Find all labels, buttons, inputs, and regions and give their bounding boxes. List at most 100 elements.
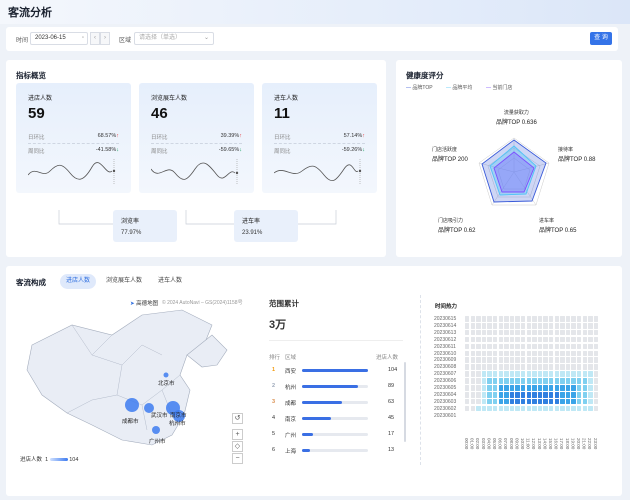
heatmap-cell[interactable] [560, 343, 565, 350]
heatmap-cell[interactable] [532, 371, 537, 377]
heatmap-cell[interactable] [515, 329, 520, 336]
heatmap-cell[interactable] [526, 371, 531, 377]
zoom-out-button[interactable]: − [232, 453, 243, 464]
heatmap-cell[interactable] [487, 336, 492, 343]
heatmap-cell[interactable] [532, 316, 537, 322]
heatmap-cell[interactable] [543, 398, 548, 405]
heatmap-cell[interactable] [549, 391, 554, 398]
area-select[interactable]: 请选择（单选） ⌄ [134, 32, 214, 45]
heatmap-cell[interactable] [532, 391, 537, 398]
heatmap-cell[interactable] [537, 336, 543, 343]
heatmap-cell[interactable] [476, 385, 481, 391]
heatmap-cell[interactable] [481, 336, 487, 343]
heatmap-cell[interactable] [537, 350, 543, 357]
heatmap-cell[interactable] [481, 378, 487, 384]
heatmap-cell[interactable] [487, 378, 492, 384]
heatmap-cell[interactable] [554, 350, 559, 357]
heatmap-cell[interactable] [560, 322, 565, 329]
heatmap-cell[interactable] [504, 391, 509, 398]
heatmap-cell[interactable] [577, 398, 582, 405]
heatmap-cell[interactable] [532, 336, 537, 343]
heatmap-cell[interactable] [593, 378, 599, 384]
heatmap-cell[interactable] [554, 398, 559, 405]
heatmap-cell[interactable] [521, 364, 526, 370]
heatmap-cell[interactable] [481, 364, 487, 370]
heatmap-cell[interactable] [577, 371, 582, 377]
heatmap-cell[interactable] [470, 322, 475, 329]
heatmap-cell[interactable] [577, 391, 582, 398]
heatmap-cell[interactable] [521, 329, 526, 336]
heatmap-cell[interactable] [487, 357, 492, 364]
heatmap-cell[interactable] [509, 398, 515, 405]
heatmap-cell[interactable] [526, 343, 531, 350]
heatmap-cell[interactable] [554, 371, 559, 377]
heatmap-cell[interactable] [476, 343, 481, 350]
heatmap-cell[interactable] [465, 371, 470, 377]
heatmap-cell[interactable] [577, 405, 582, 412]
heatmap-cell[interactable] [493, 350, 498, 357]
heatmap-cell[interactable] [577, 364, 582, 370]
heatmap-cell[interactable] [543, 405, 548, 412]
heatmap-cell[interactable] [481, 329, 487, 336]
heatmap-cell[interactable] [521, 378, 526, 384]
heatmap-cell[interactable] [470, 364, 475, 370]
heatmap-cell[interactable] [521, 385, 526, 391]
heatmap-cell[interactable] [493, 385, 498, 391]
heatmap-cell[interactable] [582, 343, 587, 350]
heatmap-cell[interactable] [549, 378, 554, 384]
heatmap-cell[interactable] [582, 364, 587, 370]
heatmap-cell[interactable] [593, 343, 599, 350]
heatmap-cell[interactable] [565, 378, 571, 384]
heatmap-cell[interactable] [465, 398, 470, 405]
heatmap-cell[interactable] [565, 343, 571, 350]
heatmap-cell[interactable] [498, 364, 503, 370]
heatmap-cell[interactable] [521, 343, 526, 350]
heatmap-cell[interactable] [465, 329, 470, 336]
heatmap-cell[interactable] [476, 322, 481, 329]
heatmap-cell[interactable] [565, 364, 571, 370]
heatmap-cell[interactable] [577, 343, 582, 350]
heatmap-cell[interactable] [498, 357, 503, 364]
heatmap-cell[interactable] [476, 316, 481, 322]
heatmap-cell[interactable] [577, 378, 582, 384]
zoom-in-button[interactable]: + [232, 429, 243, 440]
heatmap-cell[interactable] [588, 371, 593, 377]
heatmap-cell[interactable] [532, 385, 537, 391]
heatmap-cell[interactable] [493, 357, 498, 364]
heatmap-cell[interactable] [554, 357, 559, 364]
heatmap-cell[interactable] [565, 336, 571, 343]
heatmap-cell[interactable] [493, 378, 498, 384]
heatmap-cell[interactable] [532, 322, 537, 329]
heatmap-cell[interactable] [498, 316, 503, 322]
heatmap-cell[interactable] [537, 316, 543, 322]
heatmap-cell[interactable] [582, 378, 587, 384]
heatmap-cell[interactable] [487, 371, 492, 377]
heatmap-cell[interactable] [543, 343, 548, 350]
heatmap-cell[interactable] [481, 322, 487, 329]
heatmap-cell[interactable] [565, 316, 571, 322]
heatmap-cell[interactable] [487, 316, 492, 322]
ranking-scrollbar[interactable] [404, 362, 406, 442]
heatmap-cell[interactable] [571, 350, 576, 357]
heatmap-cell[interactable] [509, 350, 515, 357]
heatmap-cell[interactable] [582, 357, 587, 364]
heatmap-cell[interactable] [571, 371, 576, 377]
heatmap-cell[interactable] [588, 405, 593, 412]
query-button[interactable]: 查 询 [590, 32, 612, 45]
heatmap-cell[interactable] [560, 391, 565, 398]
heatmap-cell[interactable] [543, 364, 548, 370]
heatmap-cell[interactable] [588, 364, 593, 370]
heatmap-cell[interactable] [588, 322, 593, 329]
heatmap-cell[interactable] [577, 329, 582, 336]
heatmap-cell[interactable] [554, 316, 559, 322]
heatmap-cell[interactable] [481, 357, 487, 364]
date-picker[interactable]: 2023-06-15 ▫ [30, 32, 88, 45]
heatmap-cell[interactable] [593, 385, 599, 391]
heatmap-cell[interactable] [509, 343, 515, 350]
heatmap-cell[interactable] [537, 398, 543, 405]
heatmap-cell[interactable] [532, 364, 537, 370]
heatmap-cell[interactable] [465, 391, 470, 398]
heatmap-cell[interactable] [549, 322, 554, 329]
heatmap-cell[interactable] [470, 329, 475, 336]
heatmap-cell[interactable] [560, 405, 565, 412]
